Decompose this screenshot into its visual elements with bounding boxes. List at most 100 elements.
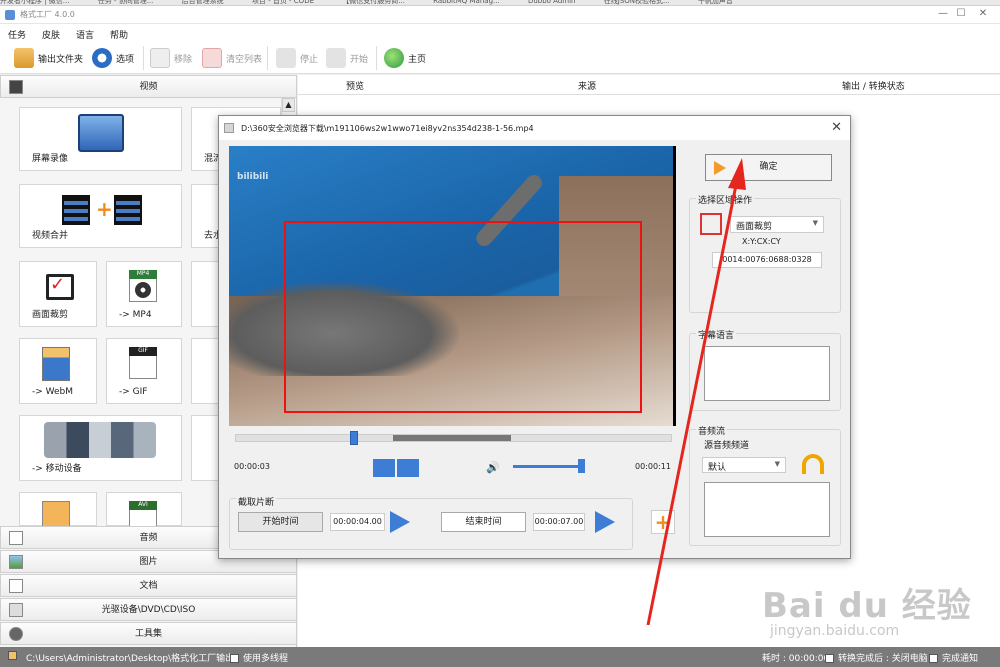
- globe-icon: [384, 48, 404, 68]
- film-strip-icon: [62, 195, 90, 225]
- tile-screen-record[interactable]: 屏幕录像: [19, 107, 182, 171]
- menu-skin[interactable]: 皮肤: [34, 24, 68, 41]
- category-document[interactable]: 文档: [0, 574, 297, 597]
- volume-thumb[interactable]: [578, 459, 585, 473]
- baidu-jingyan-watermark: Bai du 经验 jingyan.baidu.com: [762, 586, 972, 639]
- scroll-up-icon[interactable]: ▲: [282, 98, 295, 112]
- shutdown-after-checkbox[interactable]: 转换完成后 : 关闭电脑: [825, 651, 928, 664]
- status-bar: C:\Users\Administrator\Desktop\格式化工厂输出 使…: [0, 647, 1000, 667]
- toolbar-separator: [376, 46, 377, 70]
- clear-list-button[interactable]: 清空列表: [202, 46, 262, 70]
- bookmark[interactable]: 在线JSON校验格式...: [604, 0, 670, 5]
- tile-crop[interactable]: ✓ 画面裁剪: [19, 261, 97, 327]
- menu-bar: 任务 皮肤 语言 帮助: [0, 24, 1000, 42]
- notify-checkbox[interactable]: 完成通知: [929, 651, 978, 664]
- home-button[interactable]: 主页: [384, 46, 426, 70]
- music-note-icon: [9, 531, 23, 545]
- clip-segment-group: 截取片断 开始时间 00:00:04.00 结束时间 00:00:07.00: [229, 495, 633, 550]
- crop-dialog: D:\360安全浏览器下载\m191106ws2w1wwo71ei8yv2ns3…: [218, 115, 851, 559]
- bookmark[interactable]: 千帆加声音: [698, 0, 733, 5]
- arrow-right-icon: [714, 161, 726, 175]
- preview-start-play-icon[interactable]: [390, 511, 410, 533]
- coord-format-label: X:Y:CX:CY: [742, 237, 781, 246]
- crop-region-icon: [700, 213, 722, 235]
- timeline-thumb[interactable]: [350, 431, 358, 445]
- file-icon: [42, 501, 70, 527]
- crop-coordinates-field[interactable]: 0014:0076:0688:0328: [712, 252, 822, 268]
- tile-mobile-device[interactable]: -> 移动设备: [19, 415, 182, 481]
- subtitle-language-list[interactable]: [704, 346, 830, 401]
- crop-selection-rectangle[interactable]: [284, 221, 642, 413]
- plus-icon: +: [96, 197, 113, 221]
- category-toolbox[interactable]: 工具集: [0, 622, 297, 645]
- menu-language[interactable]: 语言: [68, 24, 102, 41]
- bookmark[interactable]: 后台管理系统: [182, 0, 224, 5]
- bookmark[interactable]: 开发者小程序 | 微信...: [0, 0, 69, 5]
- bookmark[interactable]: 【微信支付服务商...: [342, 0, 405, 5]
- crop-mode-dropdown[interactable]: 画面裁剪 ▼: [730, 216, 824, 233]
- options-button[interactable]: 选项: [92, 46, 134, 70]
- timeline-slider[interactable]: [235, 431, 672, 445]
- audio-channel-dropdown[interactable]: 默认 ▼: [702, 457, 786, 473]
- stop-icon: [276, 48, 296, 68]
- dialog-close-button[interactable]: ✕: [831, 120, 842, 135]
- audio-channel-list[interactable]: [704, 482, 830, 537]
- check-icon: ✓: [50, 274, 66, 295]
- output-folder-button[interactable]: 输出文件夹: [14, 46, 83, 70]
- tile-partial[interactable]: [19, 492, 97, 527]
- stop-icon[interactable]: [397, 459, 419, 477]
- menu-task[interactable]: 任务: [0, 24, 34, 41]
- bookmark[interactable]: 任务 - 协同管理...: [98, 0, 154, 5]
- multithread-checkbox[interactable]: 使用多线程: [230, 651, 288, 664]
- task-list-header: 预览 来源 输出 / 转换状态: [298, 75, 1000, 95]
- output-path: C:\Users\Administrator\Desktop\格式化工厂输出: [26, 654, 235, 664]
- preview-end-play-icon[interactable]: [595, 511, 615, 533]
- tile-to-webm[interactable]: -> WebM: [19, 338, 97, 404]
- tile-to-gif[interactable]: GIF -> GIF: [106, 338, 182, 404]
- category-video[interactable]: 视频: [0, 75, 297, 98]
- stop-button[interactable]: 停止: [276, 46, 318, 70]
- region-operation-group: 选择区域操作 画面裁剪 ▼ X:Y:CX:CY 0014:0076:0688:03…: [689, 193, 841, 313]
- close-window-button[interactable]: ✕: [976, 8, 990, 22]
- ok-button[interactable]: 确定: [705, 154, 832, 181]
- toolbar-separator: [143, 46, 144, 70]
- volume-slider[interactable]: [513, 465, 585, 468]
- end-time-field[interactable]: 00:00:07.00: [533, 513, 585, 531]
- tile-video-merge[interactable]: + 视频合并: [19, 184, 182, 248]
- checkbox-checked-icon: [230, 654, 239, 663]
- dialog-titlebar: D:\360安全浏览器下载\m191106ws2w1wwo71ei8yv2ns3…: [219, 116, 850, 140]
- total-time: 00:00:11: [635, 462, 671, 471]
- end-time-button[interactable]: 结束时间: [441, 512, 526, 532]
- bookmark[interactable]: 项目 - 首页 - CODE: [252, 0, 314, 5]
- start-time-field[interactable]: 00:00:04.00: [330, 513, 385, 531]
- add-segment-button[interactable]: +: [651, 510, 675, 534]
- document-icon: [9, 579, 23, 593]
- column-source[interactable]: 来源: [578, 79, 596, 92]
- headphones-icon: [802, 454, 824, 474]
- video-preview[interactable]: bilibili: [229, 146, 676, 426]
- bookmark[interactable]: RabbitMQ Manag...: [433, 0, 500, 5]
- category-optical-drive[interactable]: 光驱设备\DVD\CD\ISO: [0, 598, 297, 621]
- clear-x-icon: [202, 48, 222, 68]
- chevron-down-icon: ▼: [812, 219, 818, 227]
- start-button[interactable]: 开始: [326, 46, 368, 70]
- pause-icon[interactable]: [373, 459, 395, 477]
- volume-icon[interactable]: 🔊: [486, 461, 500, 474]
- maximize-button[interactable]: ☐: [954, 8, 968, 22]
- tile-to-avi[interactable]: AVI: [106, 492, 182, 527]
- audio-channel-label: 源音频频道: [704, 441, 750, 451]
- picture-icon: [9, 555, 23, 569]
- bookmark[interactable]: Dubbo Admin: [528, 0, 576, 5]
- column-preview[interactable]: 预览: [346, 79, 364, 92]
- minimize-button[interactable]: —: [936, 8, 950, 22]
- clip-range-highlight: [393, 435, 511, 441]
- tile-to-mp4[interactable]: MP4 -> MP4: [106, 261, 182, 327]
- gif-badge: GIF: [129, 347, 157, 356]
- menu-help[interactable]: 帮助: [102, 24, 136, 41]
- start-time-button[interactable]: 开始时间: [238, 512, 323, 532]
- screen-record-icon: [78, 114, 124, 152]
- remove-button[interactable]: 移除: [150, 46, 192, 70]
- toolbar-separator: [267, 46, 268, 70]
- column-output-status[interactable]: 输出 / 转换状态: [842, 79, 905, 92]
- start-play-icon: [326, 48, 346, 68]
